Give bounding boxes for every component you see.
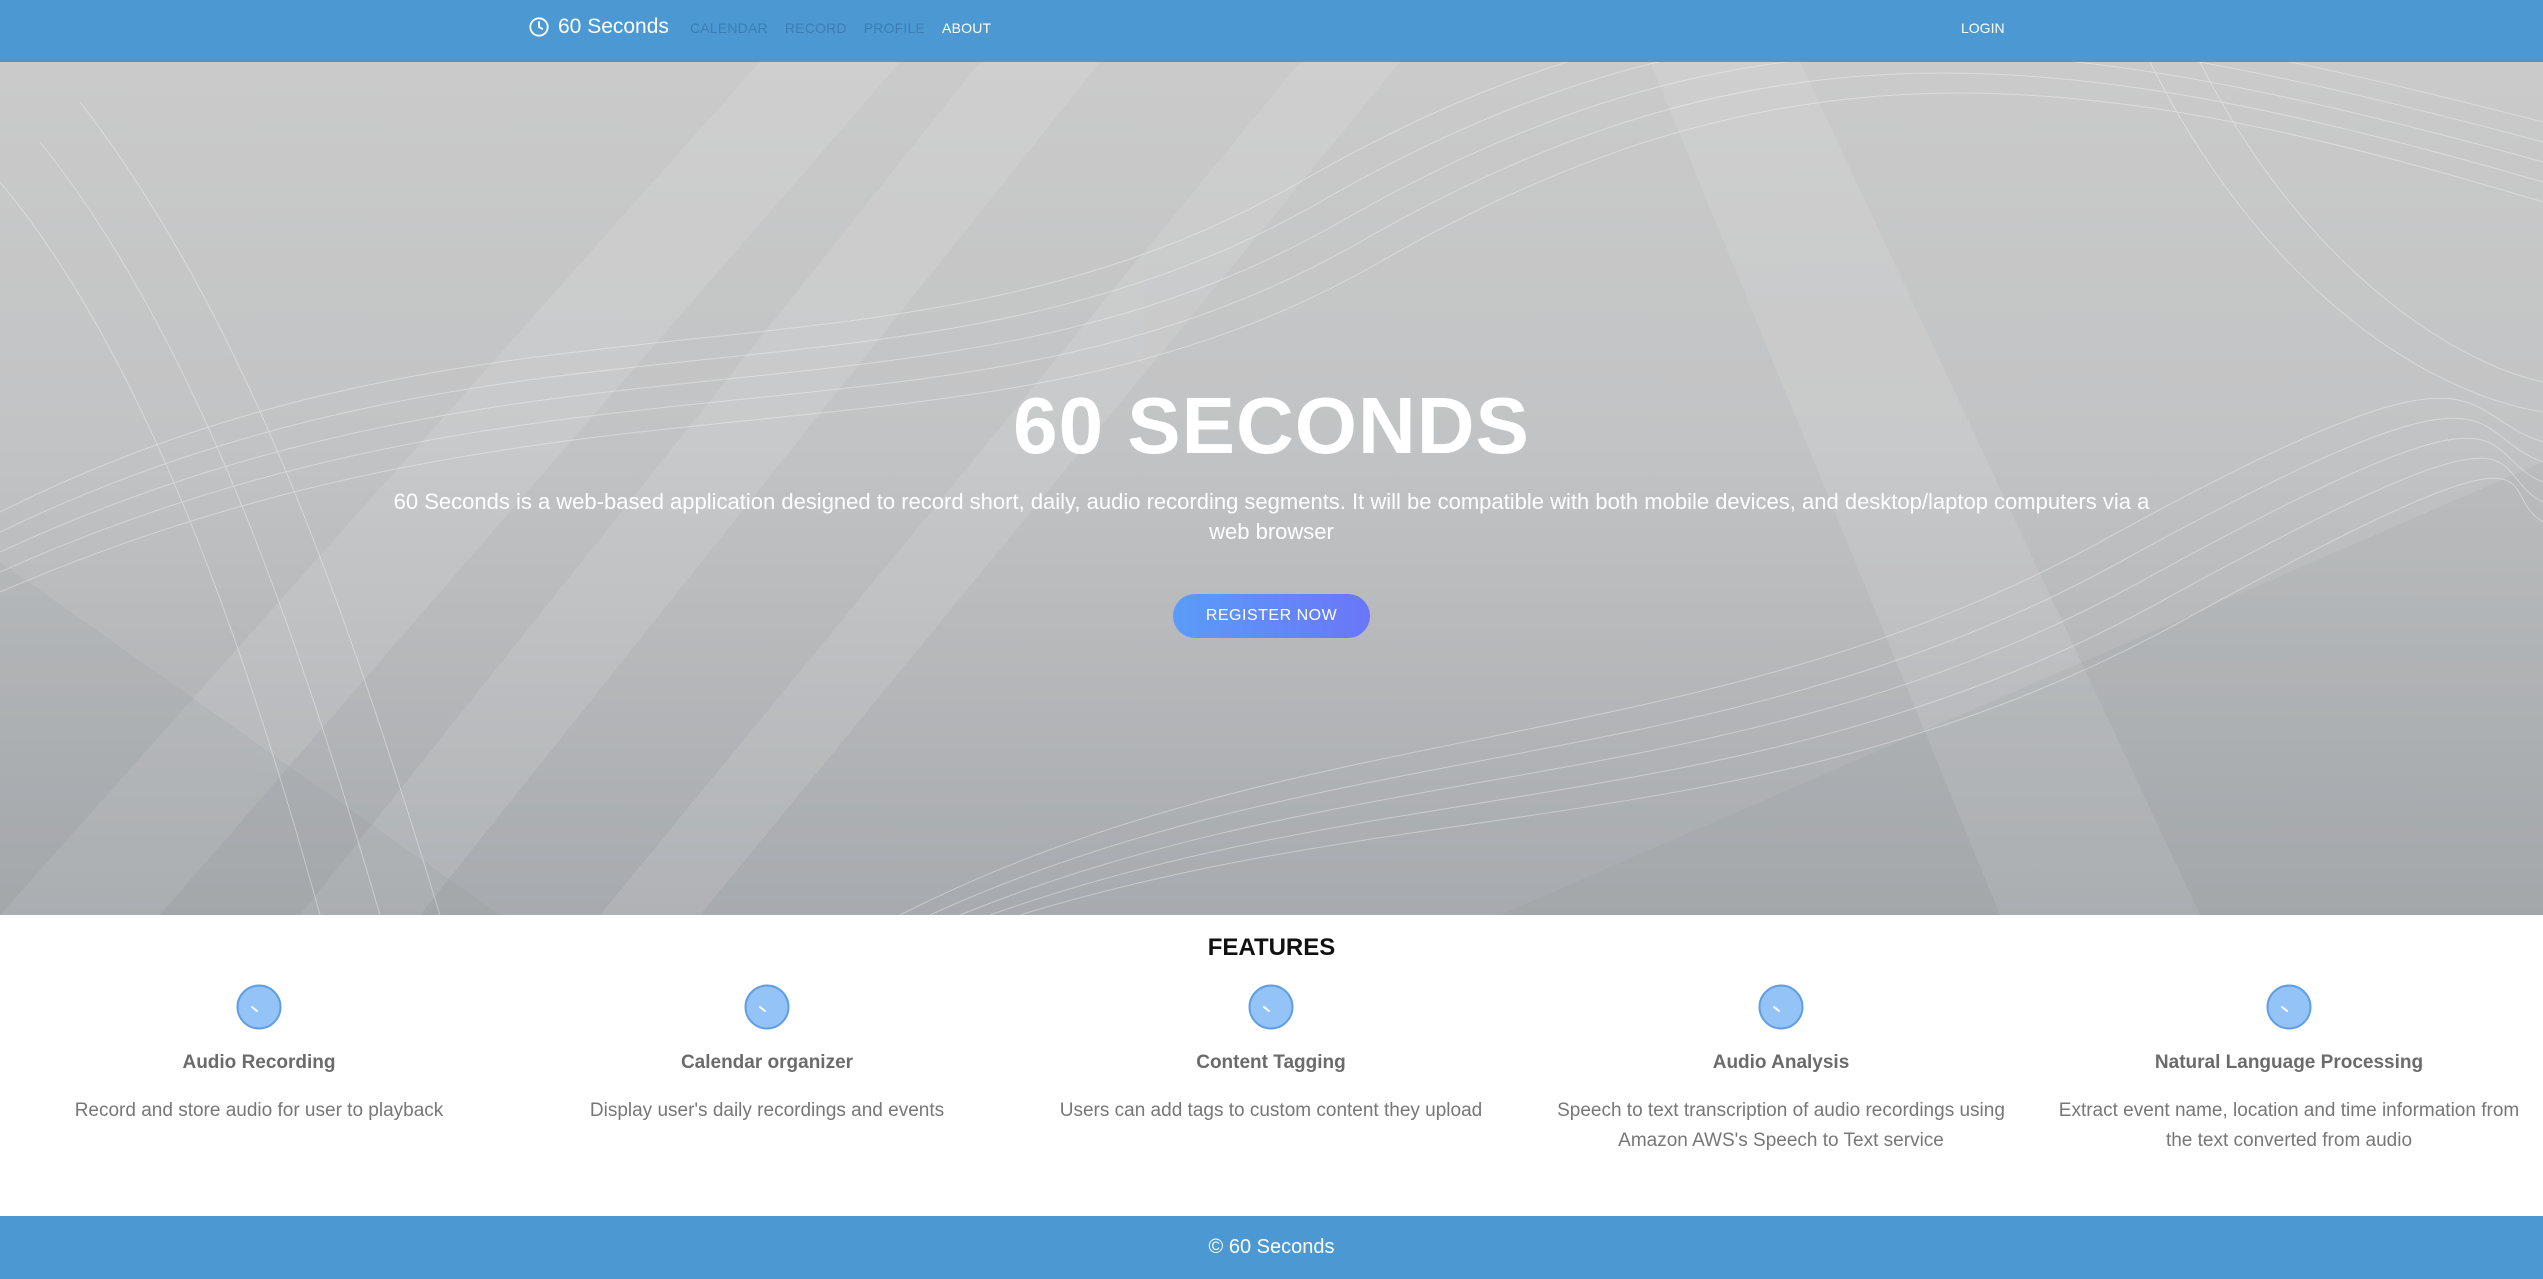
feature-name: Natural Language Processing — [2154, 1052, 2424, 1073]
feature-name: Audio Recording — [182, 1052, 336, 1073]
clock-icon — [236, 984, 282, 1030]
feature-item: Calendar organizer Display user's daily … — [522, 984, 1012, 1126]
clock-icon — [1758, 984, 1804, 1030]
hero-description: 60 Seconds is a web-based application de… — [393, 489, 2150, 544]
feature-item: Content Tagging Users can add tags to cu… — [1026, 984, 1516, 1126]
nav-link-profile[interactable]: PROFILE — [864, 20, 925, 36]
hero-title: 60 SECONDS — [1013, 381, 1530, 470]
nav-links: CALENDAR RECORD PROFILE ABOUT — [690, 20, 991, 36]
login-link[interactable]: LOGIN — [1961, 20, 2005, 36]
register-now-button[interactable]: REGISTER NOW — [1173, 594, 1370, 638]
clock-icon — [529, 17, 549, 37]
feature-item: Natural Language Processing Extract even… — [2044, 984, 2534, 1156]
feature-description: Record and store audio for user to playb… — [74, 1100, 444, 1121]
features-title: FEATURES — [1207, 934, 1336, 961]
feature-name: Calendar organizer — [680, 1052, 854, 1073]
feature-item: Audio Recording Record and store audio f… — [14, 984, 504, 1126]
feature-description: Speech to text transcription of audio re… — [1557, 1100, 2005, 1151]
feature-description: Users can add tags to custom content the… — [1059, 1100, 1483, 1121]
feature-name: Audio Analysis — [1712, 1052, 1850, 1073]
clock-icon — [1248, 984, 1294, 1030]
feature-name: Content Tagging — [1196, 1052, 1346, 1073]
navbar: 60 Seconds CALENDAR RECORD PROFILE ABOUT… — [0, 0, 2543, 62]
footer-copyright: © 60 Seconds — [1208, 1236, 1335, 1258]
hero-section: 60 SECONDS 60 Seconds is a web-based app… — [0, 62, 2543, 915]
footer: © 60 Seconds — [0, 1216, 2543, 1279]
feature-description: Display user's daily recordings and even… — [589, 1100, 945, 1121]
feature-item: Audio Analysis Speech to text transcript… — [1536, 984, 2026, 1156]
nav-link-calendar[interactable]: CALENDAR — [690, 20, 768, 36]
nav-link-about[interactable]: ABOUT — [942, 20, 991, 36]
brand-name: 60 Seconds — [558, 15, 669, 38]
nav-link-record[interactable]: RECORD — [785, 20, 847, 36]
clock-icon — [2266, 984, 2312, 1030]
clock-icon — [744, 984, 790, 1030]
feature-description: Extract event name, location and time in… — [2058, 1100, 2520, 1151]
brand-link[interactable]: 60 Seconds — [528, 14, 669, 40]
